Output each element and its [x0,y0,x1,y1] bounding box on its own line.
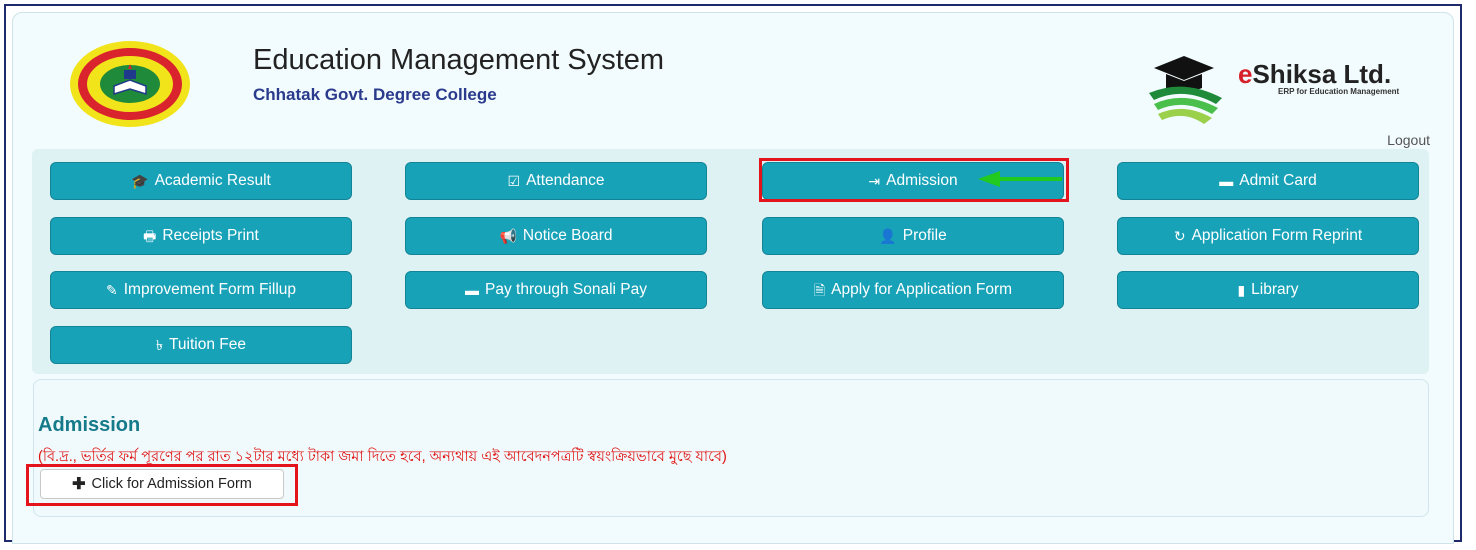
button-label: Academic Result [154,172,271,189]
button-label: Pay through Sonali Pay [485,281,647,298]
graduation-cap-icon: 🎓 [131,173,149,189]
check-square-icon: ☑ [507,173,521,189]
attendance-button[interactable]: ☑ Attendance [405,162,707,200]
library-button[interactable]: ▮ Library [1117,271,1419,309]
button-label: Attendance [526,172,605,189]
college-name: Chhatak Govt. Degree College [253,85,497,104]
pay-through-sonali-pay-button[interactable]: ▬ Pay through Sonali Pay [405,271,707,309]
college-logo [70,41,190,127]
button-label: Apply for Application Form [831,281,1013,298]
admission-heading: Admission [38,414,141,436]
button-label: Receipts Print [162,227,259,244]
academic-result-button[interactable]: 🎓 Academic Result [50,162,352,200]
button-label: Profile [902,227,947,244]
print-icon: 🖶 [143,228,157,244]
button-label: Admit Card [1239,172,1317,189]
button-label: Notice Board [522,227,613,244]
plus-icon: ✚ [72,476,86,493]
button-label: Admission [886,172,958,189]
refresh-icon: ↻ [1173,228,1186,244]
book-icon: ▮ [1237,282,1246,298]
page-title: Education Management System [253,44,665,76]
button-label: Tuition Fee [169,336,246,353]
brand-tagline: ERP for Education Management [1278,87,1400,96]
admission-notice: (বি.দ্র., ভর্তির ফর্ম পূরণের পর রাত ১২টা… [38,449,727,465]
credit-card-icon: ▬ [1219,173,1234,189]
sign-in-icon: ⇥ [868,173,881,189]
pencil-icon: ✎ [106,282,118,298]
admission-button[interactable]: ⇥ Admission [762,162,1064,200]
application-form-reprint-button[interactable]: ↻ Application Form Reprint [1117,217,1419,255]
receipts-print-button[interactable]: 🖶 Receipts Print [50,217,352,255]
button-label: Application Form Reprint [1191,227,1363,244]
brand-e: e [1238,59,1253,89]
improvement-form-fillup-button[interactable]: ✎ Improvement Form Fillup [50,271,352,309]
profile-button[interactable]: 👤 Profile [762,217,1064,255]
tuition-fee-button[interactable]: ৳ Tuition Fee [50,326,352,364]
button-label: Improvement Form Fillup [123,281,296,298]
user-icon: 👤 [879,228,897,244]
apply-for-application-form-button[interactable]: 🗎 Apply for Application Form [762,271,1064,309]
button-label: Click for Admission Form [91,476,252,492]
notice-board-button[interactable]: 📢 Notice Board [405,217,707,255]
bullhorn-icon: 📢 [499,228,517,244]
credit-card-icon: ▬ [465,282,479,298]
file-icon: 🗎 [813,282,826,298]
logout-link[interactable]: Logout [1387,132,1430,148]
brand-rest: Shiksa Ltd. [1252,59,1392,89]
admission-form-button[interactable]: ✚ Click for Admission Form [40,469,284,499]
admit-card-button[interactable]: ▬ Admit Card [1117,162,1419,200]
brand-name: eShiksa Ltd. [1238,59,1391,90]
taka-icon: ৳ [156,337,163,353]
button-label: Library [1251,281,1299,298]
